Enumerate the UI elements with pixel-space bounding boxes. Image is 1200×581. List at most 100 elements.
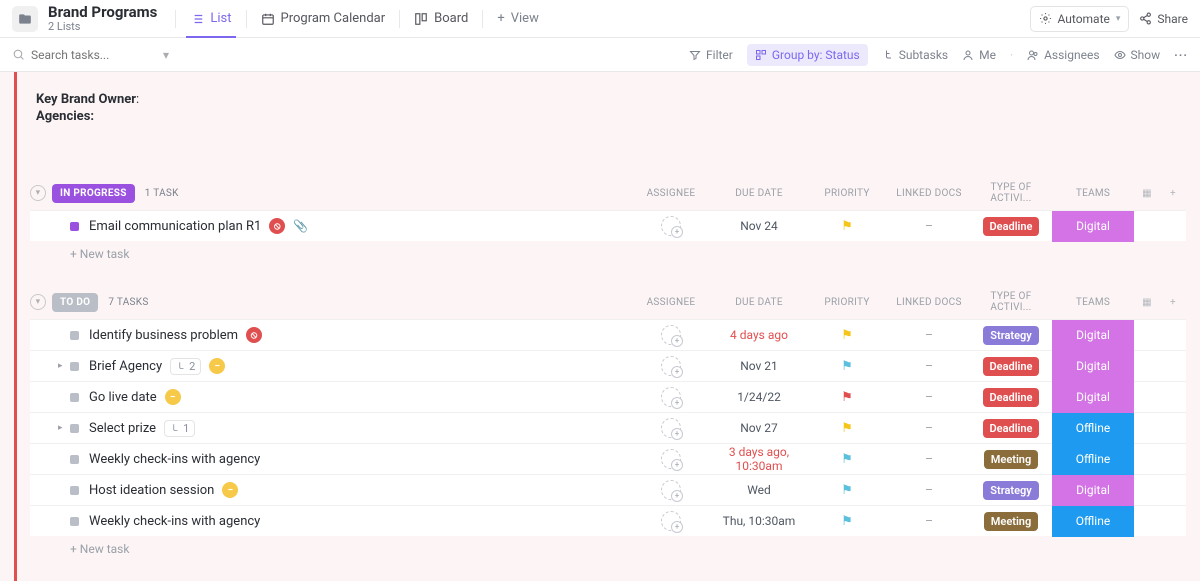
task-row[interactable]: ▸ Brief Agency2− Nov 21 ⚑ – Deadline Dig…: [30, 350, 1186, 381]
team-cell[interactable]: Digital: [1052, 320, 1134, 351]
status-pill[interactable]: IN PROGRESS: [52, 184, 135, 203]
col-priority[interactable]: PRIORITY: [806, 188, 888, 199]
due-date-cell[interactable]: Nov 27: [712, 421, 806, 435]
status-square[interactable]: [70, 331, 79, 340]
col-teams[interactable]: TEAMS: [1052, 188, 1134, 199]
col-activity[interactable]: TYPE OF ACTIVI...: [970, 291, 1052, 313]
new-task-button[interactable]: + New task: [30, 536, 1186, 562]
assignee-cell[interactable]: [630, 356, 712, 376]
due-date-cell[interactable]: 1/24/22: [712, 390, 806, 404]
task-name[interactable]: Select prize1: [89, 420, 630, 437]
due-date-cell[interactable]: Nov 24: [712, 219, 806, 233]
task-name[interactable]: Weekly check-ins with agency: [89, 514, 630, 529]
subtask-count[interactable]: 1: [164, 420, 195, 437]
linked-docs-cell[interactable]: –: [888, 328, 970, 342]
add-column-button[interactable]: +: [1160, 188, 1186, 199]
task-row[interactable]: Identify business problem⦸ 4 days ago ⚑ …: [30, 319, 1186, 350]
assignee-avatar[interactable]: [661, 216, 681, 236]
col-assignee[interactable]: ASSIGNEE: [630, 188, 712, 199]
task-name[interactable]: Weekly check-ins with agency: [89, 452, 630, 467]
status-square[interactable]: [70, 393, 79, 402]
team-cell[interactable]: Digital: [1052, 382, 1134, 413]
team-cell[interactable]: Offline: [1052, 444, 1134, 475]
assignee-avatar[interactable]: [661, 325, 681, 345]
col-due[interactable]: DUE DATE: [712, 188, 806, 199]
add-view-button[interactable]: +View: [483, 0, 553, 37]
due-date-cell[interactable]: Thu, 10:30am: [712, 514, 806, 528]
assignee-cell[interactable]: [630, 325, 712, 345]
tab-calendar[interactable]: Program Calendar: [247, 0, 400, 37]
grid-icon[interactable]: ▦: [1134, 188, 1160, 199]
assignee-cell[interactable]: [630, 511, 712, 531]
assignees-button[interactable]: Assignees: [1027, 48, 1099, 62]
linked-docs-cell[interactable]: –: [888, 514, 970, 528]
col-linked[interactable]: LINKED DOCS: [888, 188, 970, 199]
due-date-cell[interactable]: 4 days ago: [712, 328, 806, 342]
subtasks-button[interactable]: Subtasks: [882, 48, 948, 62]
linked-docs-cell[interactable]: –: [888, 421, 970, 435]
priority-cell[interactable]: ⚑: [806, 219, 888, 234]
activity-cell[interactable]: Strategy: [970, 481, 1052, 500]
task-name[interactable]: Identify business problem⦸: [89, 327, 630, 343]
more-menu-button[interactable]: ···: [1174, 48, 1188, 62]
activity-cell[interactable]: Deadline: [970, 357, 1052, 376]
priority-cell[interactable]: ⚑: [806, 390, 888, 405]
priority-cell[interactable]: ⚑: [806, 514, 888, 529]
activity-cell[interactable]: Deadline: [970, 388, 1052, 407]
col-priority[interactable]: PRIORITY: [806, 297, 888, 308]
priority-cell[interactable]: ⚑: [806, 328, 888, 343]
task-name[interactable]: Brief Agency2−: [89, 358, 630, 375]
task-name[interactable]: Email communication plan R1⦸📎: [89, 218, 630, 234]
linked-docs-cell[interactable]: –: [888, 219, 970, 233]
assignee-avatar[interactable]: [661, 356, 681, 376]
status-square[interactable]: [70, 517, 79, 526]
new-task-button[interactable]: + New task: [30, 241, 1186, 267]
col-linked[interactable]: LINKED DOCS: [888, 297, 970, 308]
col-assignee[interactable]: ASSIGNEE: [630, 297, 712, 308]
linked-docs-cell[interactable]: –: [888, 390, 970, 404]
tab-board[interactable]: Board: [400, 0, 482, 37]
search-box[interactable]: ▾: [12, 48, 169, 62]
col-activity[interactable]: TYPE OF ACTIVI...: [970, 182, 1052, 204]
collapse-toggle[interactable]: ▾: [30, 185, 46, 201]
col-teams[interactable]: TEAMS: [1052, 297, 1134, 308]
expand-toggle[interactable]: ▸: [58, 361, 70, 371]
priority-cell[interactable]: ⚑: [806, 421, 888, 436]
automate-button[interactable]: Automate ▾: [1030, 6, 1130, 32]
status-square[interactable]: [70, 455, 79, 464]
assignee-cell[interactable]: [630, 387, 712, 407]
due-date-cell[interactable]: Wed: [712, 483, 806, 497]
me-button[interactable]: Me: [962, 48, 996, 62]
filter-button[interactable]: Filter: [689, 48, 733, 62]
attachment-icon[interactable]: 📎: [293, 219, 308, 233]
status-square[interactable]: [70, 486, 79, 495]
activity-cell[interactable]: Deadline: [970, 217, 1052, 236]
assignee-cell[interactable]: [630, 449, 712, 469]
share-button[interactable]: Share: [1139, 12, 1188, 26]
assignee-avatar[interactable]: [661, 387, 681, 407]
team-cell[interactable]: Digital: [1052, 351, 1134, 382]
add-column-button[interactable]: +: [1160, 297, 1186, 308]
priority-cell[interactable]: ⚑: [806, 483, 888, 498]
task-name[interactable]: Go live date−: [89, 389, 630, 405]
task-row[interactable]: Email communication plan R1⦸📎 Nov 24 ⚑ –…: [30, 210, 1186, 241]
status-pill[interactable]: TO DO: [52, 293, 98, 312]
assignee-cell[interactable]: [630, 480, 712, 500]
assignee-avatar[interactable]: [661, 511, 681, 531]
task-row[interactable]: Weekly check-ins with agency 3 days ago,…: [30, 443, 1186, 474]
team-cell[interactable]: Offline: [1052, 506, 1134, 537]
status-square[interactable]: [70, 222, 79, 231]
assignee-cell[interactable]: [630, 216, 712, 236]
search-input[interactable]: [31, 48, 151, 62]
task-row[interactable]: ▸ Select prize1 Nov 27 ⚑ – Deadline Offl…: [30, 412, 1186, 443]
subtask-count[interactable]: 2: [170, 358, 201, 375]
assignee-avatar[interactable]: [661, 449, 681, 469]
priority-cell[interactable]: ⚑: [806, 452, 888, 467]
assignee-avatar[interactable]: [661, 418, 681, 438]
priority-cell[interactable]: ⚑: [806, 359, 888, 374]
task-name[interactable]: Host ideation session−: [89, 482, 630, 498]
expand-toggle[interactable]: ▸: [58, 423, 70, 433]
team-cell[interactable]: Offline: [1052, 413, 1134, 444]
group-by-button[interactable]: Group by: Status: [747, 44, 868, 66]
linked-docs-cell[interactable]: –: [888, 359, 970, 373]
